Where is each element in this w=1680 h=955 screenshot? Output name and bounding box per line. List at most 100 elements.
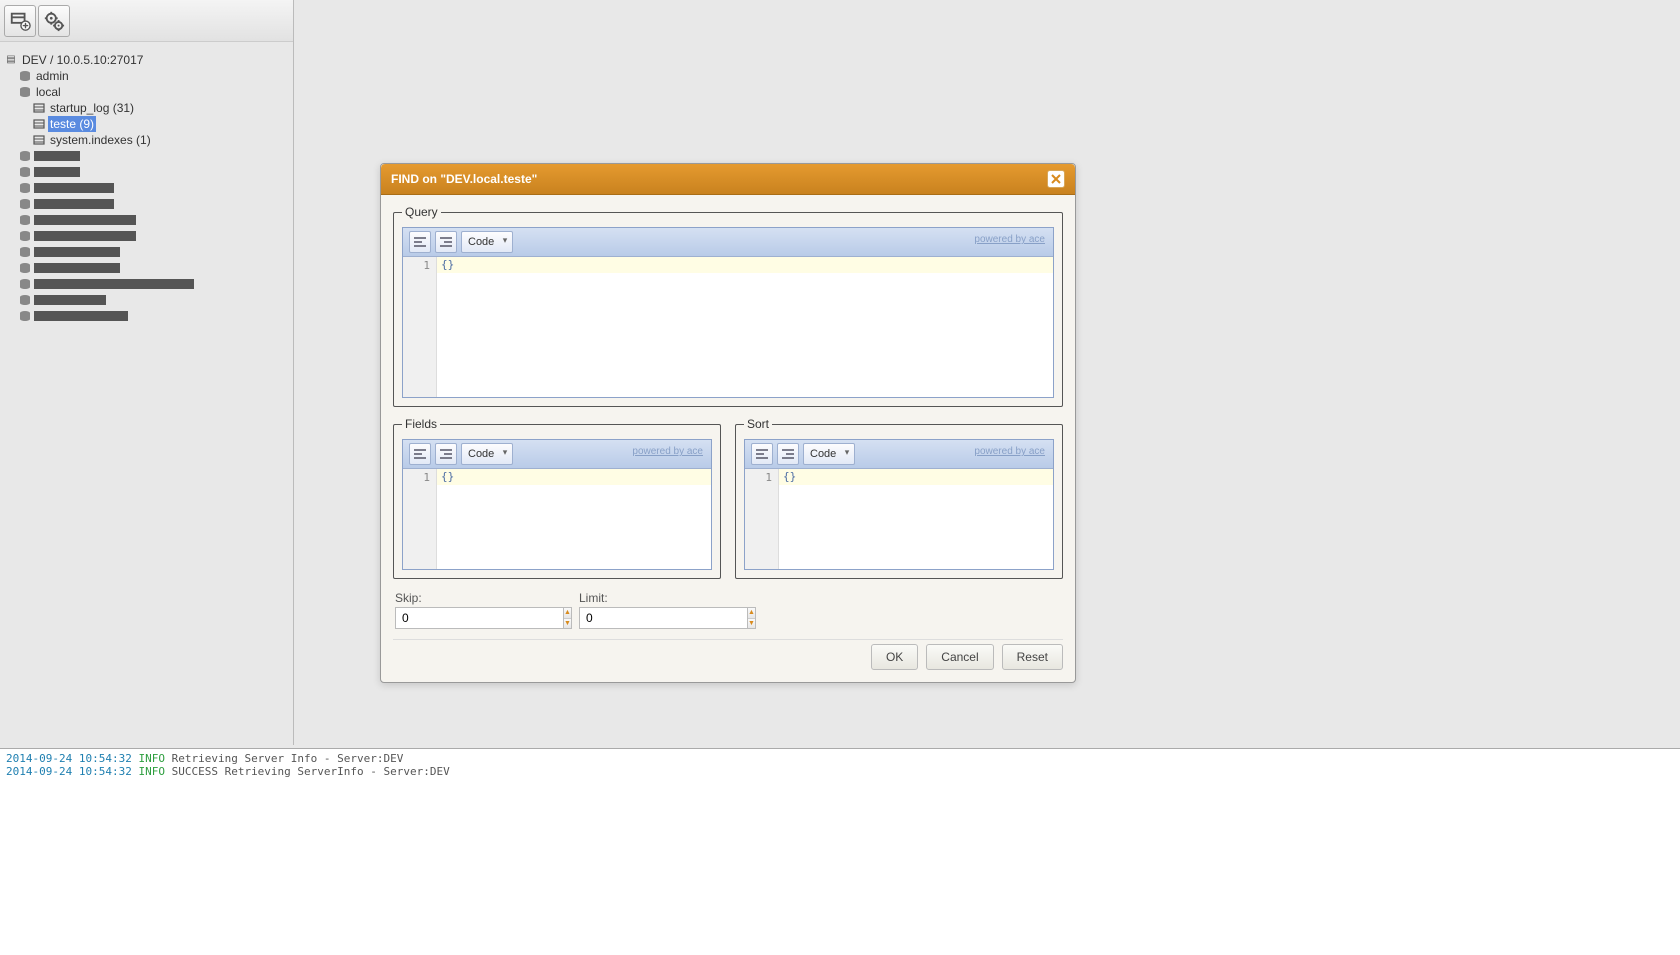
reset-button[interactable]: Reset [1002,644,1063,670]
database-icon [18,310,32,322]
redacted-label [34,263,120,273]
skip-up-button[interactable]: ▲ [564,608,571,619]
log-line: 2014-09-24 10:54:32 INFO Retrieving Serv… [6,752,1674,765]
limit-down-button[interactable]: ▼ [748,619,755,629]
connection-tree: DEV / 10.0.5.10:27017 admin local startu… [0,42,293,328]
limit-input[interactable] [579,607,747,629]
redacted-label [34,151,80,161]
dialog-titlebar[interactable]: FIND on "DEV.local.teste" [381,164,1075,195]
sort-fieldset: Sort Code powered by ace 1 {} [735,417,1063,579]
editor-toolbar: Code powered by ace [403,440,711,469]
powered-by-link[interactable]: powered by ace [974,234,1045,245]
collection-label: system.indexes (1) [48,132,153,148]
cancel-button[interactable]: Cancel [926,644,993,670]
tree-collection-system.indexes[interactable]: system.indexes (1) [4,132,289,148]
database-icon [18,230,32,242]
database-icon [18,294,32,306]
mode-select[interactable]: Code [803,443,855,465]
redacted-label [34,295,106,305]
sidebar-toolbar [0,0,293,42]
tree-db-admin[interactable]: admin [4,68,289,84]
collection-icon [32,118,46,130]
powered-by-link[interactable]: powered by ace [974,446,1045,457]
tree-db-redacted[interactable] [4,244,289,260]
redacted-label [34,247,120,257]
tree-db-redacted[interactable] [4,196,289,212]
database-icon [18,198,32,210]
limit-up-button[interactable]: ▲ [748,608,755,619]
code-line: {} [437,469,711,485]
tree-collection-startup_log[interactable]: startup_log (31) [4,100,289,116]
database-icon [18,278,32,290]
tree-db-local[interactable]: local [4,84,289,100]
add-connection-button[interactable] [4,5,36,37]
db-label: admin [34,68,71,84]
sort-editor: Code powered by ace 1 {} [744,439,1054,570]
tree-db-redacted[interactable] [4,276,289,292]
tree-db-redacted[interactable] [4,260,289,276]
align-left-button[interactable] [409,443,431,465]
tree-db-redacted[interactable] [4,228,289,244]
database-icon [18,86,32,98]
redacted-label [34,279,194,289]
ok-button[interactable]: OK [871,644,918,670]
find-dialog: FIND on "DEV.local.teste" Query Code pow… [380,163,1076,683]
database-icon [18,166,32,178]
redacted-label [34,311,128,321]
redacted-label [34,199,114,209]
collection-icon [32,134,46,146]
editor-toolbar: Code powered by ace [403,228,1053,257]
sort-code-area[interactable]: 1 {} [745,469,1053,569]
tree-db-redacted[interactable] [4,212,289,228]
sort-legend: Sort [744,417,772,431]
query-code-area[interactable]: 1 {} [403,257,1053,397]
skip-label: Skip: [395,591,561,605]
align-left-button[interactable] [409,231,431,253]
code-line: {} [437,257,1053,273]
tree-db-redacted[interactable] [4,180,289,196]
fields-legend: Fields [402,417,440,431]
gutter: 1 [403,257,437,397]
limit-label: Limit: [579,591,745,605]
log-line: 2014-09-24 10:54:32 INFO SUCCESS Retriev… [6,765,1674,778]
sidebar: DEV / 10.0.5.10:27017 admin local startu… [0,0,294,745]
query-legend: Query [402,205,441,219]
skip-down-button[interactable]: ▼ [564,619,571,629]
tree-db-redacted[interactable] [4,292,289,308]
align-right-button[interactable] [777,443,799,465]
log-panel: 2014-09-24 10:54:32 INFO Retrieving Serv… [0,748,1680,955]
collection-label: startup_log (31) [48,100,136,116]
db-label: local [34,84,63,100]
tree-db-redacted[interactable] [4,164,289,180]
gutter: 1 [745,469,779,569]
skip-input[interactable] [395,607,563,629]
database-icon [18,214,32,226]
server-icon [4,54,18,66]
database-icon [18,70,32,82]
collection-icon [32,102,46,114]
tree-server[interactable]: DEV / 10.0.5.10:27017 [4,52,289,68]
mode-select[interactable]: Code [461,443,513,465]
code-line: {} [779,469,1053,485]
fields-editor: Code powered by ace 1 {} [402,439,712,570]
align-right-button[interactable] [435,443,457,465]
fields-fieldset: Fields Code powered by ace 1 {} [393,417,721,579]
query-editor: Code powered by ace 1 {} [402,227,1054,398]
server-label: DEV / 10.0.5.10:27017 [20,52,145,68]
tree-db-redacted[interactable] [4,148,289,164]
settings-button[interactable] [38,5,70,37]
collection-label: teste (9) [48,116,96,132]
fields-code-area[interactable]: 1 {} [403,469,711,569]
powered-by-link[interactable]: powered by ace [632,446,703,457]
database-icon [18,246,32,258]
align-left-button[interactable] [751,443,773,465]
editor-toolbar: Code powered by ace [745,440,1053,469]
gutter: 1 [403,469,437,569]
tree-db-redacted[interactable] [4,308,289,324]
mode-select[interactable]: Code [461,231,513,253]
close-button[interactable] [1047,170,1065,188]
query-fieldset: Query Code powered by ace 1 {} [393,205,1063,407]
redacted-label [34,167,80,177]
align-right-button[interactable] [435,231,457,253]
tree-collection-teste[interactable]: teste (9) [4,116,289,132]
